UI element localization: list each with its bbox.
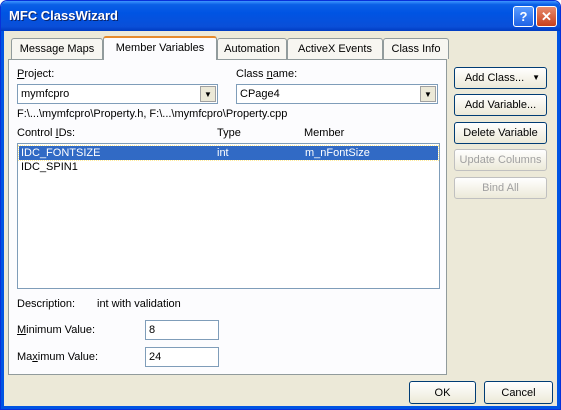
maximum-value-text: 24 xyxy=(149,351,162,363)
control-member: m_nFontSize xyxy=(305,147,370,159)
list-item[interactable]: IDC_SPIN1 xyxy=(19,160,438,174)
delete-variable-label: Delete Variable xyxy=(463,127,538,139)
description-label: Description: xyxy=(17,298,76,310)
add-class-button[interactable]: Add Class... ▼ xyxy=(454,67,547,89)
title-bar[interactable]: MFC ClassWizard ? ✕ xyxy=(1,1,560,31)
member-header: Member xyxy=(304,127,345,139)
delete-variable-button[interactable]: Delete Variable xyxy=(454,122,547,144)
tab-label: Message Maps xyxy=(19,43,95,55)
class-name-value: CPage4 xyxy=(240,88,280,100)
tab-message-maps[interactable]: Message Maps xyxy=(11,38,103,59)
update-columns-label: Update Columns xyxy=(459,154,542,166)
tab-label: Class Info xyxy=(391,43,441,55)
minimum-value-label: Minimum Value: xyxy=(17,324,96,336)
control-id: IDC_SPIN1 xyxy=(21,161,78,173)
file-path-text: F:\...\mymfcpro\Property.h, F:\...\mymfc… xyxy=(17,108,288,120)
chevron-down-icon[interactable]: ▼ xyxy=(200,86,216,102)
ok-button[interactable]: OK xyxy=(409,381,476,404)
ok-label: OK xyxy=(434,386,451,399)
help-icon: ? xyxy=(519,9,528,24)
add-class-label: Add Class... xyxy=(464,72,525,84)
maximum-value-label: Maximum Value: xyxy=(17,351,99,363)
tab-automation[interactable]: Automation xyxy=(217,38,287,59)
cancel-button[interactable]: Cancel xyxy=(484,381,553,404)
project-combo[interactable]: mymfcpro ▼ xyxy=(17,84,218,104)
tab-label: Member Variables xyxy=(115,42,205,54)
close-icon: ✕ xyxy=(541,8,552,24)
project-value: mymfcpro xyxy=(21,88,70,100)
control-type: int xyxy=(217,147,229,159)
cancel-label: Cancel xyxy=(501,386,536,399)
tab-label: ActiveX Events xyxy=(298,43,372,55)
update-columns-button[interactable]: Update Columns xyxy=(454,149,547,171)
maximum-value-input[interactable]: 24 xyxy=(145,347,219,367)
list-item[interactable]: IDC_FONTSIZE int m_nFontSize xyxy=(18,145,439,161)
control-ids-header: Control IDs: xyxy=(17,127,76,139)
close-button[interactable]: ✕ xyxy=(536,6,557,27)
bind-all-button[interactable]: Bind All xyxy=(454,177,547,199)
control-ids-list[interactable]: IDC_FONTSIZE int m_nFontSize IDC_SPIN1 xyxy=(17,143,440,289)
window-title: MFC ClassWizard xyxy=(9,8,118,23)
tab-label: Automation xyxy=(224,43,280,55)
tab-activex-events[interactable]: ActiveX Events xyxy=(287,38,383,59)
control-id: IDC_FONTSIZE xyxy=(21,147,101,159)
minimum-value-input[interactable]: 8 xyxy=(145,320,219,340)
add-variable-label: Add Variable... xyxy=(464,99,537,111)
bind-all-label: Bind All xyxy=(482,182,519,194)
tab-member-variables[interactable]: Member Variables xyxy=(103,36,217,60)
minimum-value-text: 8 xyxy=(149,324,156,336)
classwizard-window: MFC ClassWizard ? ✕ Message Maps Member … xyxy=(0,0,561,410)
add-variable-button[interactable]: Add Variable... xyxy=(454,94,547,116)
description-value: int with validation xyxy=(97,298,181,310)
help-button[interactable]: ? xyxy=(513,6,534,27)
class-name-label: Class name: xyxy=(236,68,298,80)
class-name-combo[interactable]: CPage4 ▼ xyxy=(236,84,438,104)
project-label: Project: xyxy=(17,68,55,80)
type-header: Type xyxy=(217,127,241,139)
tab-class-info[interactable]: Class Info xyxy=(383,38,449,59)
chevron-down-icon: ▼ xyxy=(532,73,540,82)
chevron-down-icon[interactable]: ▼ xyxy=(420,86,436,102)
